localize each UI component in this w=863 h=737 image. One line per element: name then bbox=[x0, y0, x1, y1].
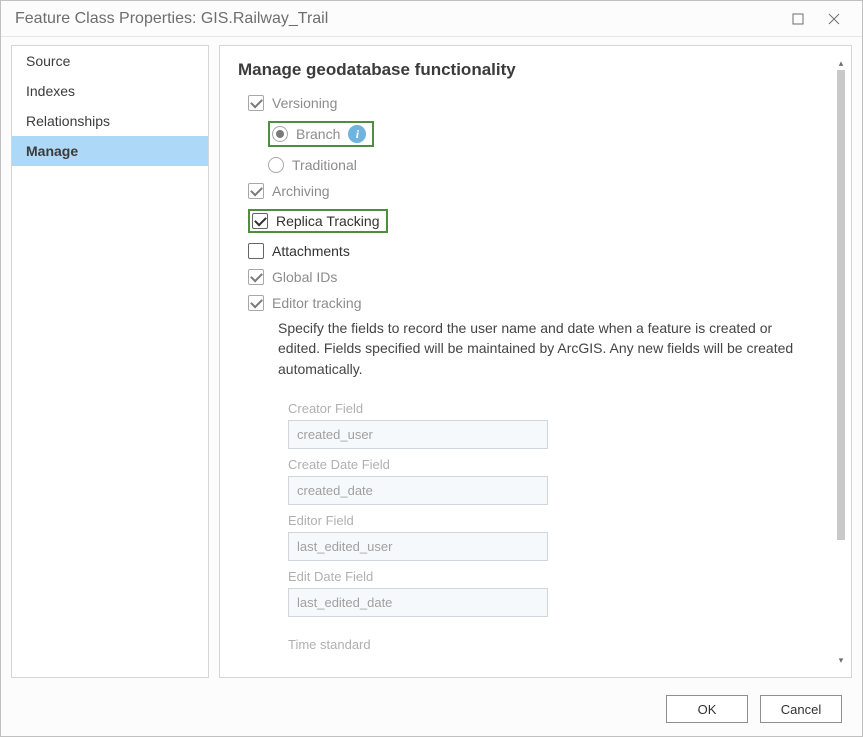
attachments-row: Attachments bbox=[238, 238, 817, 264]
attachments-label: Attachments bbox=[272, 243, 350, 259]
section-heading: Manage geodatabase functionality bbox=[238, 60, 817, 80]
editor-tracking-row: Editor tracking bbox=[238, 290, 817, 316]
editor-tracking-checkbox[interactable] bbox=[248, 295, 264, 311]
window-title: Feature Class Properties: GIS.Railway_Tr… bbox=[15, 10, 328, 28]
traditional-row: Traditional bbox=[238, 152, 817, 178]
global-ids-checkbox[interactable] bbox=[248, 269, 264, 285]
editor-tracking-fields: Creator Field created_user Create Date F… bbox=[238, 401, 817, 652]
create-date-field-label: Create Date Field bbox=[288, 457, 817, 472]
global-ids-row: Global IDs bbox=[238, 264, 817, 290]
scroll-down-icon[interactable]: ▾ bbox=[833, 653, 849, 667]
maximize-icon bbox=[792, 13, 804, 25]
maximize-button[interactable] bbox=[780, 4, 816, 34]
close-icon bbox=[828, 13, 840, 25]
editor-field-label: Editor Field bbox=[288, 513, 817, 528]
editor-tracking-label: Editor tracking bbox=[272, 295, 361, 311]
edit-date-field-input[interactable]: last_edited_date bbox=[288, 588, 548, 617]
scrollbar[interactable]: ▴ ▾ bbox=[833, 56, 849, 667]
sidebar-item-manage[interactable]: Manage bbox=[12, 136, 208, 166]
scroll-thumb[interactable] bbox=[837, 70, 845, 540]
creator-field-label: Creator Field bbox=[288, 401, 817, 416]
branch-radio[interactable] bbox=[272, 126, 288, 142]
traditional-radio[interactable] bbox=[268, 157, 284, 173]
feature-class-properties-dialog: Feature Class Properties: GIS.Railway_Tr… bbox=[0, 0, 863, 737]
archiving-row: Archiving bbox=[238, 178, 817, 204]
edit-date-field-label: Edit Date Field bbox=[288, 569, 817, 584]
sidebar: Source Indexes Relationships Manage bbox=[11, 45, 209, 678]
create-date-field-input[interactable]: created_date bbox=[288, 476, 548, 505]
sidebar-item-relationships[interactable]: Relationships bbox=[12, 106, 208, 136]
versioning-label: Versioning bbox=[272, 95, 337, 111]
editor-field-input[interactable]: last_edited_user bbox=[288, 532, 548, 561]
branch-label: Branch bbox=[296, 126, 340, 142]
dialog-footer: OK Cancel bbox=[1, 682, 862, 736]
replica-tracking-checkbox[interactable] bbox=[252, 213, 268, 229]
creator-field-input[interactable]: created_user bbox=[288, 420, 548, 449]
sidebar-item-indexes[interactable]: Indexes bbox=[12, 76, 208, 106]
archiving-label: Archiving bbox=[272, 183, 330, 199]
info-icon[interactable]: i bbox=[348, 125, 366, 143]
replica-tracking-row: Replica Tracking bbox=[238, 204, 817, 238]
time-standard-label: Time standard bbox=[288, 637, 817, 652]
replica-tracking-label: Replica Tracking bbox=[276, 213, 380, 229]
branch-highlight: Branch i bbox=[268, 121, 374, 147]
editor-tracking-description: Specify the fields to record the user na… bbox=[238, 316, 817, 393]
scroll-up-icon[interactable]: ▴ bbox=[833, 56, 849, 70]
branch-row: Branch i bbox=[238, 116, 817, 152]
global-ids-label: Global IDs bbox=[272, 269, 337, 285]
archiving-checkbox[interactable] bbox=[248, 183, 264, 199]
versioning-checkbox[interactable] bbox=[248, 95, 264, 111]
close-button[interactable] bbox=[816, 4, 852, 34]
traditional-label: Traditional bbox=[292, 157, 357, 173]
sidebar-item-source[interactable]: Source bbox=[12, 46, 208, 76]
cancel-button[interactable]: Cancel bbox=[760, 695, 842, 723]
titlebar: Feature Class Properties: GIS.Railway_Tr… bbox=[1, 1, 862, 37]
versioning-row: Versioning bbox=[238, 90, 817, 116]
replica-tracking-highlight: Replica Tracking bbox=[248, 209, 388, 233]
content-panel: Manage geodatabase functionality Version… bbox=[219, 45, 852, 678]
ok-button[interactable]: OK bbox=[666, 695, 748, 723]
attachments-checkbox[interactable] bbox=[248, 243, 264, 259]
